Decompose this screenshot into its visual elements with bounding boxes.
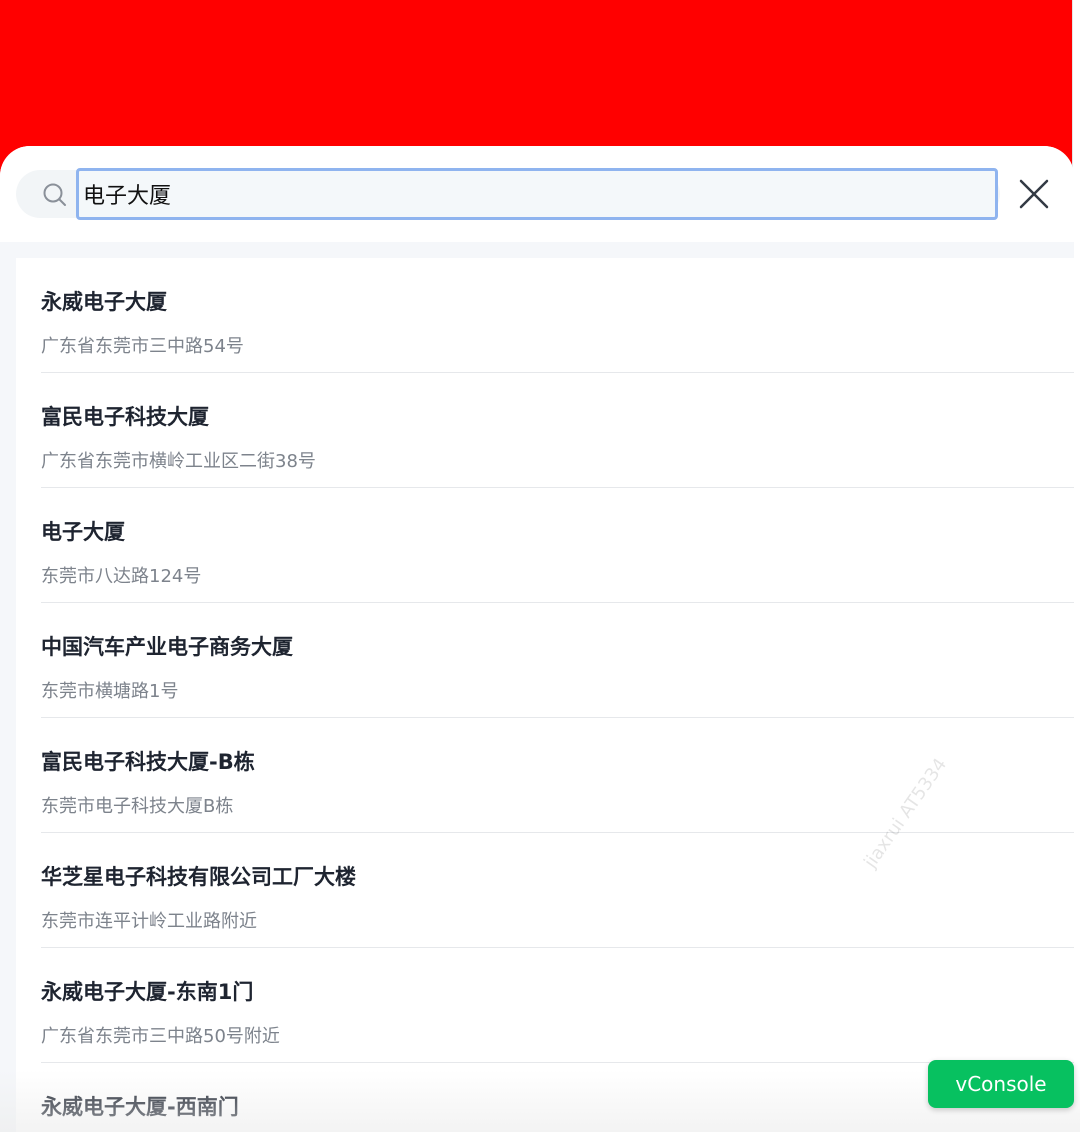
item-title: 富民电子科技大厦: [41, 405, 209, 429]
item-address: 东莞市横塘路1号: [41, 681, 179, 702]
results-list: 永威电子大厦 广东省东莞市三中路54号 富民电子科技大厦 广东省东莞市横岭工业区…: [16, 258, 1074, 1132]
list-item[interactable]: 永威电子大厦 广东省东莞市三中路54号: [41, 258, 1074, 373]
list-item[interactable]: 电子大厦 东莞市八达路124号: [41, 488, 1074, 603]
item-title: 电子大厦: [41, 520, 125, 544]
search-bar: [0, 146, 1074, 242]
list-item[interactable]: 中国汽车产业电子商务大厦 东莞市横塘路1号: [41, 603, 1074, 718]
item-title: 富民电子科技大厦-B栋: [41, 750, 255, 774]
search-icon: [43, 183, 66, 206]
vconsole-button[interactable]: vConsole: [928, 1060, 1074, 1108]
list-item[interactable]: 富民电子科技大厦 广东省东莞市横岭工业区二街38号: [41, 373, 1074, 488]
item-title: 永威电子大厦-东南1门: [41, 980, 254, 1004]
item-address: 广东省东莞市三中路50号附近: [41, 1026, 280, 1047]
item-address: 东莞市八达路124号: [41, 566, 202, 587]
list-item[interactable]: 永威电子大厦-西南门: [41, 1063, 1074, 1132]
list-item[interactable]: 永威电子大厦-东南1门 广东省东莞市三中路50号附近: [41, 948, 1074, 1063]
item-title: 永威电子大厦-西南门: [41, 1095, 239, 1119]
item-address: 广东省东莞市三中路54号: [41, 336, 244, 357]
search-input[interactable]: [76, 168, 998, 220]
item-title: 华芝星电子科技有限公司工厂大楼: [41, 865, 356, 889]
item-title: 中国汽车产业电子商务大厦: [41, 635, 293, 659]
results-area: 永威电子大厦 广东省东莞市三中路54号 富民电子科技大厦 广东省东莞市横岭工业区…: [0, 242, 1074, 1132]
list-item[interactable]: 华芝星电子科技有限公司工厂大楼 东莞市连平计岭工业路附近: [41, 833, 1074, 948]
close-icon[interactable]: [1014, 174, 1054, 214]
item-address: 东莞市电子科技大厦B栋: [41, 796, 234, 817]
item-address: 广东省东莞市横岭工业区二街38号: [41, 451, 316, 472]
search-sheet: 永威电子大厦 广东省东莞市三中路54号 富民电子科技大厦 广东省东莞市横岭工业区…: [0, 146, 1074, 1132]
item-title: 永威电子大厦: [41, 290, 167, 314]
item-address: 东莞市连平计岭工业路附近: [41, 911, 257, 932]
